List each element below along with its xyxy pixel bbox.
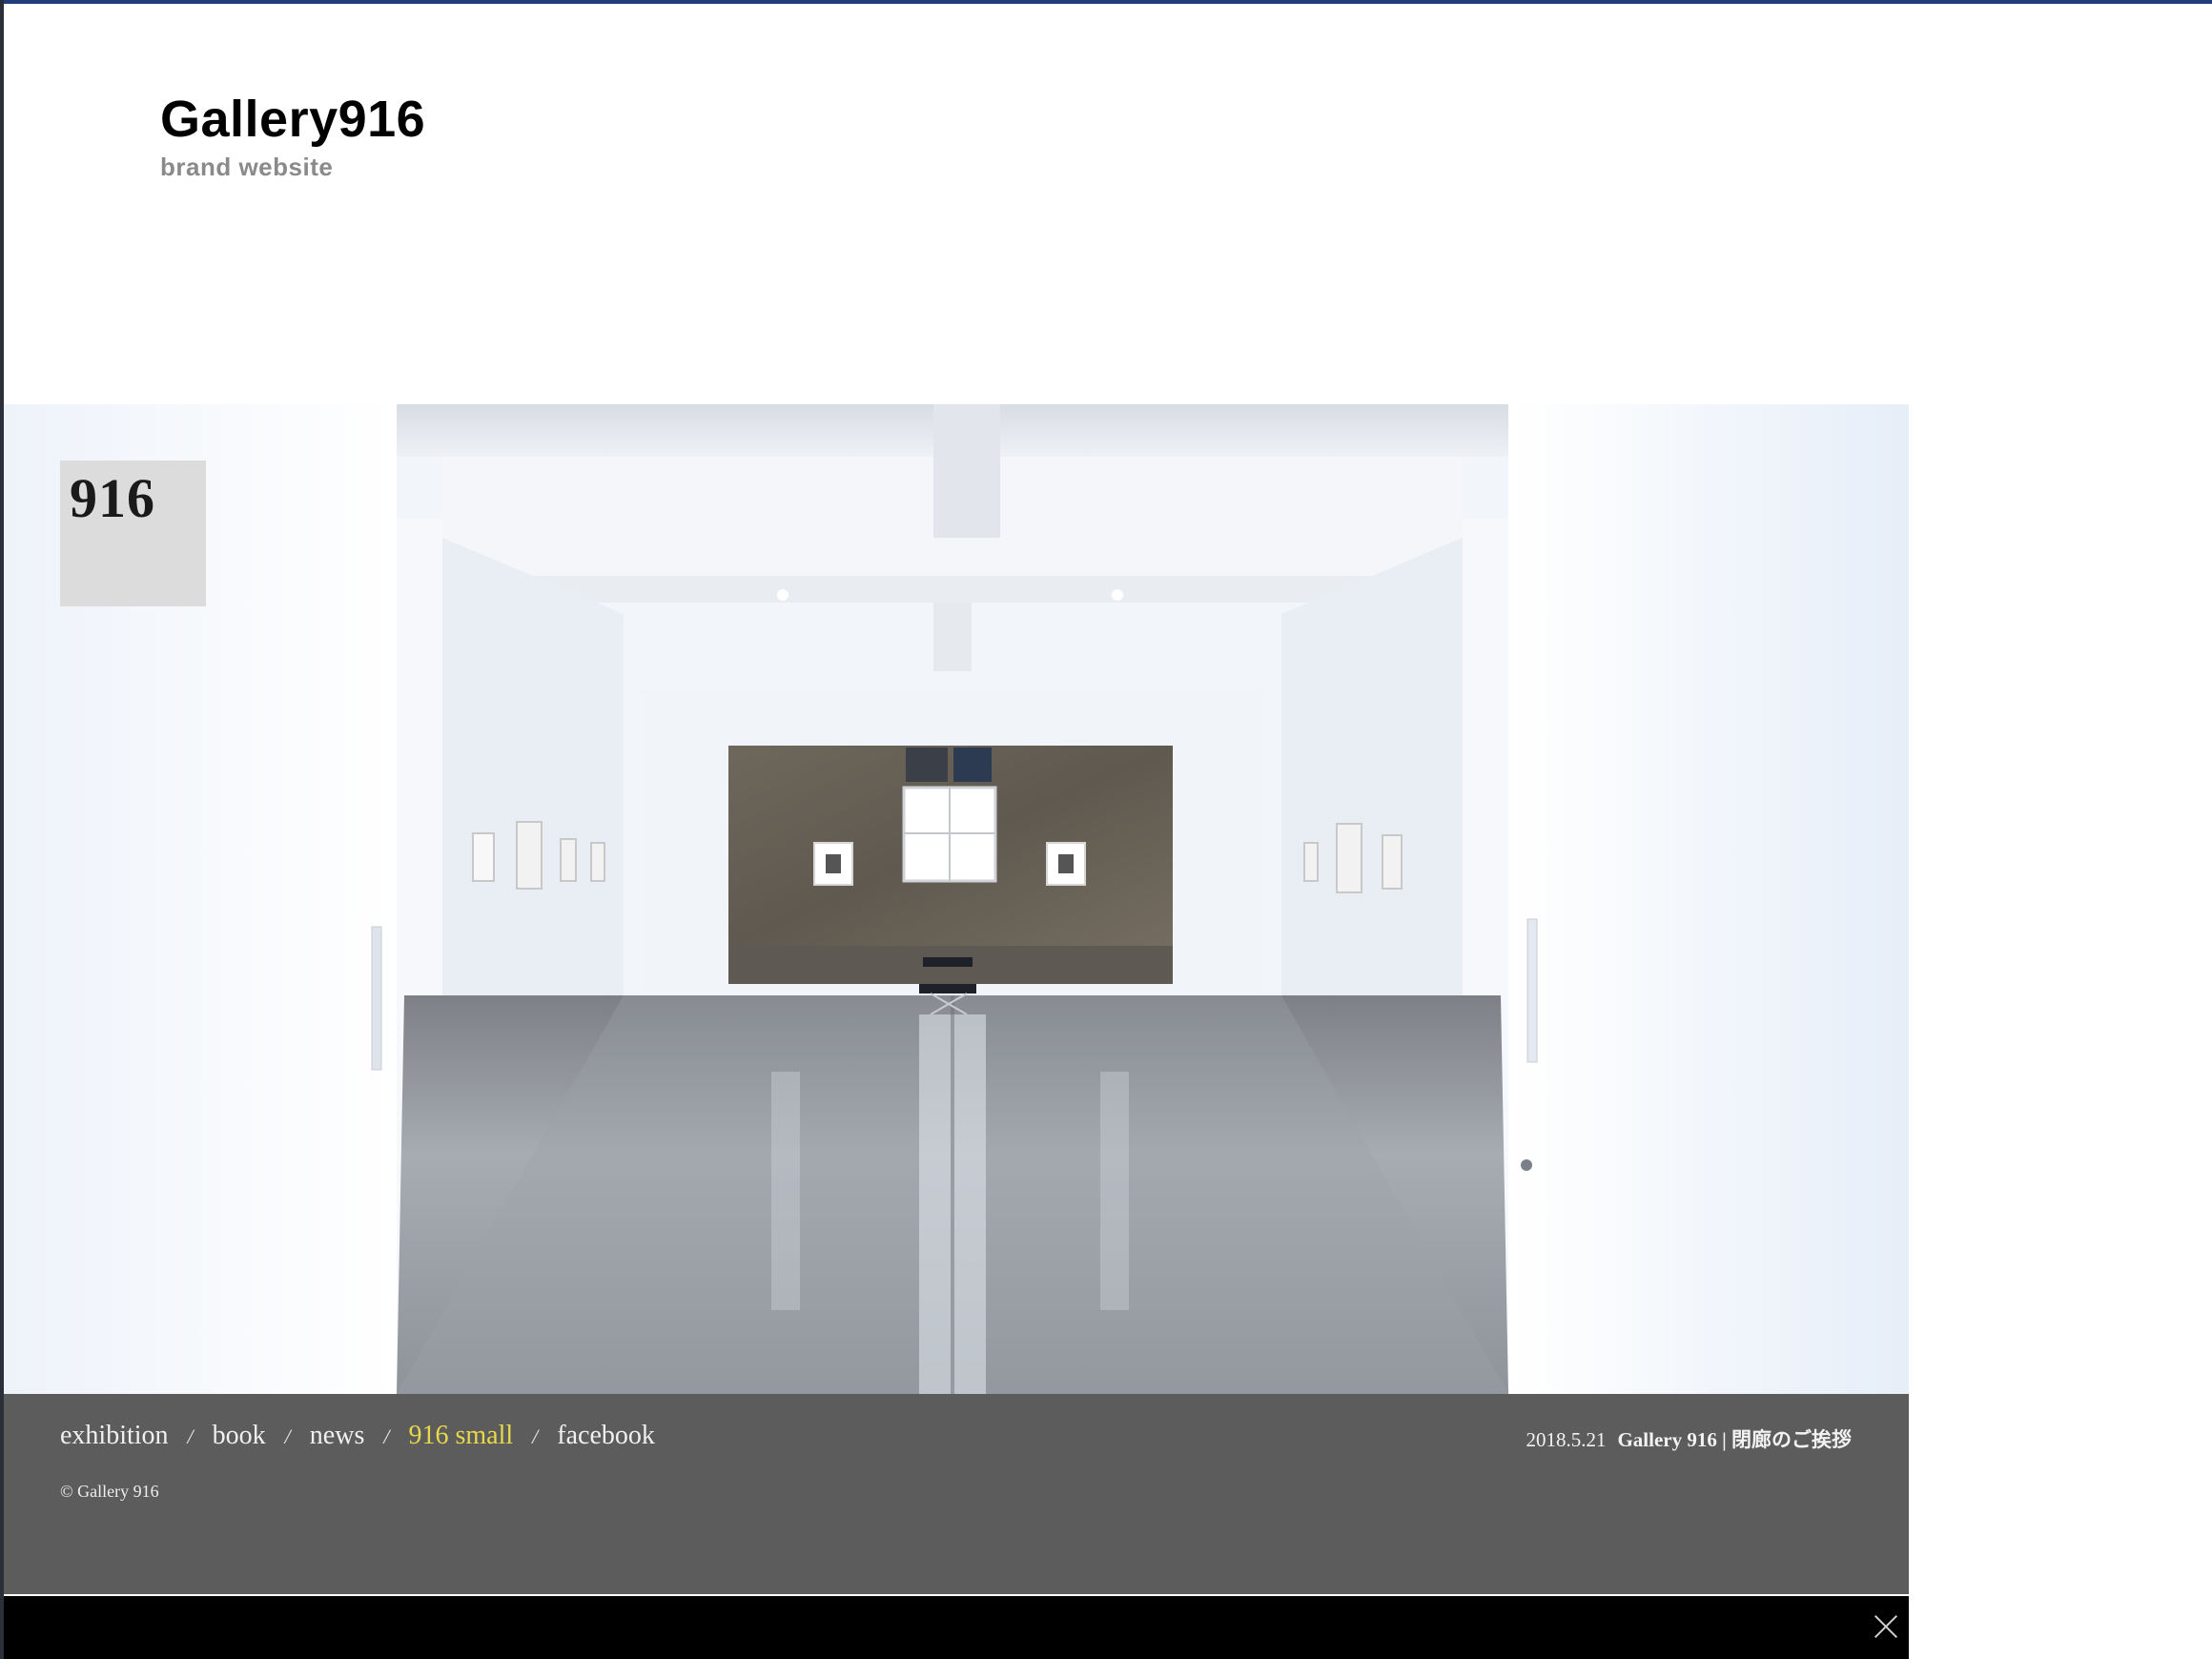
gallery-logo-tile[interactable]: 916 <box>60 461 206 606</box>
news-headline[interactable]: 2018.5.21 Gallery 916 | 閉廊のご挨拶 <box>1526 1424 1852 1453</box>
copyright: © Gallery 916 <box>60 1482 159 1501</box>
gallery-hero-image <box>4 404 1909 1394</box>
nav-separator: / <box>532 1424 539 1448</box>
nav-separator: / <box>383 1424 390 1448</box>
footer-nav: exhibition / book / news / 916 small / f… <box>60 1421 655 1451</box>
nav-item-facebook[interactable]: facebook <box>557 1421 655 1451</box>
bottom-bar <box>4 1594 1909 1659</box>
site-subtitle: brand website <box>160 153 334 181</box>
close-icon[interactable] <box>1869 1609 1903 1644</box>
nav-separator: / <box>187 1424 194 1448</box>
nav-item-exhibition[interactable]: exhibition <box>60 1421 169 1451</box>
news-title[interactable]: Gallery 916 | 閉廊のご挨拶 <box>1617 1424 1852 1453</box>
site-footer: exhibition / book / news / 916 small / f… <box>4 1394 1909 1594</box>
nav-item-916-small[interactable]: 916 small <box>408 1421 513 1451</box>
window-top-border <box>0 0 2212 4</box>
site-title[interactable]: Gallery916 <box>160 93 425 145</box>
nav-item-book[interactable]: book <box>213 1421 266 1451</box>
logo-text: 916 <box>70 467 155 529</box>
news-date: 2018.5.21 <box>1526 1428 1607 1451</box>
nav-item-news[interactable]: news <box>310 1421 365 1451</box>
brand-header: Gallery916 brand website <box>160 93 425 182</box>
nav-separator: / <box>284 1424 291 1448</box>
